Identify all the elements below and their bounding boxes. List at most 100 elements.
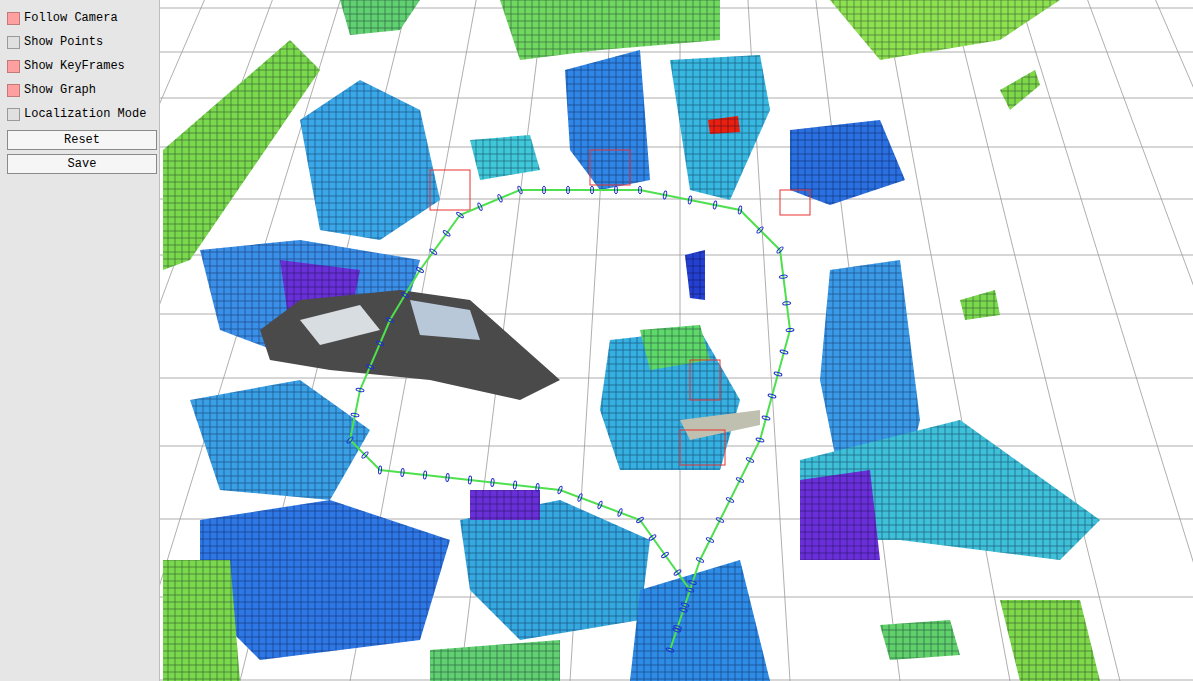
voxel-cluster (500, 0, 720, 60)
map-canvas[interactable] (160, 0, 1193, 681)
grid (160, 0, 1193, 681)
voxel-cluster (340, 0, 420, 35)
voxel-cluster (708, 116, 740, 134)
camera-icon (591, 186, 594, 194)
voxel-cluster (800, 470, 880, 560)
checkbox[interactable] (7, 108, 20, 121)
camera-icon (366, 364, 375, 370)
camera-icon (738, 206, 743, 214)
voxel-cluster (630, 560, 770, 681)
camera-icon (446, 473, 450, 481)
voxel-cluster (1000, 600, 1100, 681)
checkbox-row[interactable]: Show KeyFrames (7, 54, 155, 78)
checkbox-row[interactable]: Show Points (7, 30, 155, 54)
voxel-cluster (460, 500, 650, 640)
control-panel: Follow Camera Show Points Show KeyFrames Sh… (0, 0, 160, 681)
camera-icon (597, 501, 603, 510)
camera-icon (468, 476, 472, 484)
camera-icon (356, 388, 364, 393)
voxel-cluster (163, 560, 240, 681)
camera-icon (617, 508, 623, 517)
map-view[interactable] (160, 0, 1193, 681)
camera-icon (681, 602, 690, 607)
checkbox[interactable] (7, 36, 20, 49)
camera-icon (686, 587, 695, 592)
voxel-cluster (640, 325, 710, 370)
camera-icon (429, 248, 437, 255)
camera-icon (736, 477, 744, 483)
camera-icon (513, 481, 517, 489)
checkbox[interactable] (7, 84, 20, 97)
camera-icon (636, 516, 644, 523)
camera-icon (401, 292, 409, 299)
voxel-cluster (300, 80, 440, 240)
camera-icon (779, 275, 787, 279)
camera-icon (543, 186, 546, 194)
checkbox[interactable] (7, 12, 20, 25)
voxel-cluster (790, 120, 905, 205)
slam-viewer: Follow Camera Show Points Show KeyFrames Sh… (0, 0, 1193, 681)
trajectory-graph (350, 190, 790, 650)
camera-icon (386, 317, 395, 323)
keyframe-boxes (430, 150, 810, 465)
voxel-cluster (960, 290, 1000, 320)
voxel-cluster (190, 380, 370, 500)
camera-icon (726, 497, 734, 503)
checkbox-label: Show Points (24, 35, 103, 49)
voxel-cluster (470, 135, 540, 180)
camera-icon (351, 413, 359, 418)
camera-icon (536, 483, 540, 491)
camera-icon (768, 394, 777, 399)
camera-icon (688, 196, 693, 204)
voxel-cluster (1000, 70, 1040, 110)
camera-icon (491, 478, 495, 486)
checkbox-label: Follow Camera (24, 11, 118, 25)
camera-icon (557, 486, 563, 495)
voxel-cluster (880, 620, 960, 660)
camera-icon (361, 451, 369, 459)
camera-icon (786, 328, 794, 332)
camera-icon (416, 267, 424, 274)
camera-icon (688, 580, 697, 585)
camera-icon (639, 186, 642, 194)
panel-button[interactable]: Save (7, 154, 157, 174)
camera-icon (567, 186, 570, 194)
camera-icon (648, 534, 656, 541)
camera-icon (497, 194, 503, 203)
voxel-cluster (163, 40, 320, 270)
camera-icon (517, 186, 523, 195)
camera-icon (679, 607, 688, 612)
voxel-cluster (830, 0, 1060, 60)
camera-icon (443, 230, 451, 237)
camera-icon (661, 551, 669, 558)
camera-icon (673, 569, 681, 576)
camera-icon (783, 301, 791, 305)
camera-icon (716, 517, 724, 523)
keyframe-markers (346, 186, 794, 653)
checkbox-row[interactable]: Show Graph (7, 78, 155, 102)
voxel-cluster (685, 250, 705, 300)
camera-icon (346, 436, 354, 444)
voxel-cluster (670, 55, 770, 200)
checkbox-row[interactable]: Follow Camera (7, 6, 155, 30)
voxel-cluster (565, 50, 650, 190)
checkbox[interactable] (7, 60, 20, 73)
voxel-cluster (470, 490, 540, 520)
checkbox-label: Show KeyFrames (24, 59, 125, 73)
camera-icon (776, 246, 784, 254)
point-cloud (260, 290, 760, 440)
voxel-cluster (430, 640, 560, 681)
checkbox-label: Localization Mode (24, 107, 146, 121)
camera-icon (615, 186, 618, 194)
camera-icon (756, 438, 765, 443)
camera-icon (666, 647, 675, 652)
camera-icon (672, 627, 681, 632)
camera-icon (663, 191, 668, 199)
camera-icon (756, 226, 764, 234)
panel-button[interactable]: Reset (7, 130, 157, 150)
background (160, 0, 1193, 681)
camera-icon (696, 557, 704, 563)
camera-icon (706, 537, 714, 543)
checkbox-row[interactable]: Localization Mode (7, 102, 155, 126)
camera-icon (378, 466, 382, 474)
